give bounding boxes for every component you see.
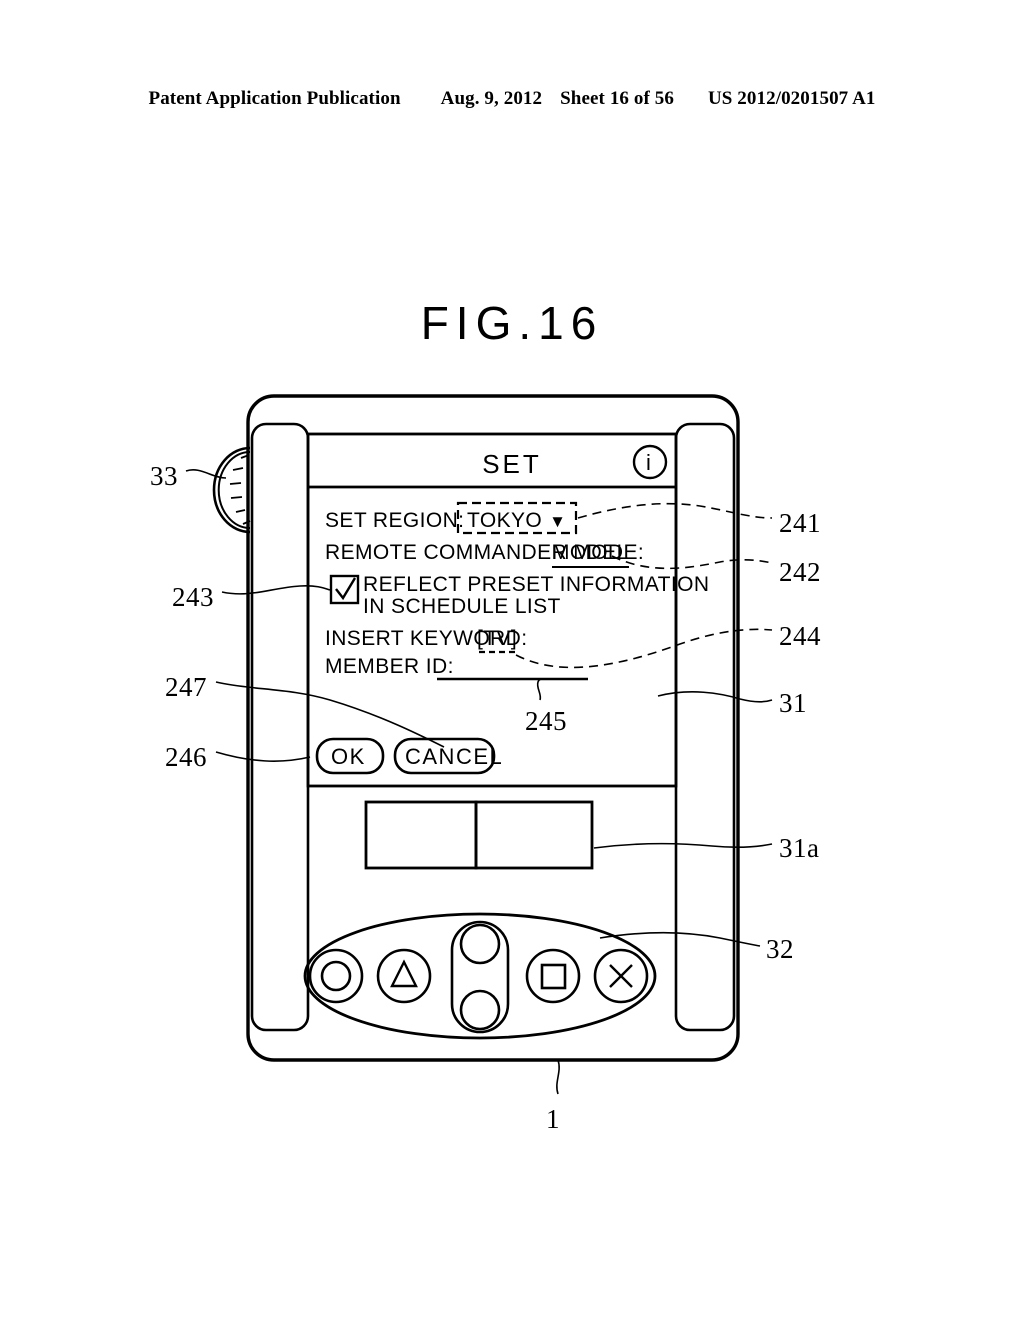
ok-button-label[interactable]: OK [331, 744, 366, 770]
leader-31a [593, 842, 773, 849]
reference-numeral-246: 246 [165, 742, 207, 772]
rocker-button[interactable] [450, 920, 510, 1034]
button-cluster[interactable] [303, 912, 657, 1040]
leader-243 [221, 585, 331, 595]
reference-numeral-244: 244 [779, 621, 821, 651]
chevron-down-icon[interactable]: ▼ [549, 512, 566, 531]
leader-247 [215, 681, 445, 748]
device-body-outline [246, 394, 740, 1062]
button-cluster-outline [303, 912, 657, 1040]
set-region-label: SET REGION: [325, 509, 465, 532]
reference-numeral-243: 243 [172, 582, 214, 612]
leader-1 [556, 1059, 560, 1095]
reference-numeral-245: 245 [525, 706, 567, 736]
reflect-preset-label-line1: REFLECT PRESET INFORMATION [363, 573, 710, 596]
set-region-value[interactable]: TOKYO ▼ [467, 509, 566, 533]
reference-numeral-1: 1 [546, 1104, 560, 1134]
circle-button[interactable] [308, 948, 364, 1004]
reference-numeral-242: 242 [779, 557, 821, 587]
x-button[interactable] [593, 948, 649, 1004]
remote-commander-mode-value[interactable]: MODEL [552, 541, 629, 568]
reference-numeral-247: 247 [165, 672, 207, 702]
leader-245 [536, 678, 544, 701]
cancel-button-label[interactable]: CANCEL [405, 744, 503, 770]
reference-numeral-32: 32 [766, 934, 794, 964]
reference-numeral-241: 241 [779, 508, 821, 538]
reference-numeral-31: 31 [779, 688, 807, 718]
leader-246 [215, 751, 311, 762]
triangle-button[interactable] [376, 948, 432, 1004]
device-left-bezel [250, 422, 310, 1032]
set-region-selected: TOKYO [467, 509, 543, 532]
square-button[interactable] [525, 948, 581, 1004]
reference-numeral-31a: 31a [779, 833, 820, 863]
softkey-area[interactable] [364, 800, 594, 870]
figure-line-art [185, 394, 773, 1095]
member-id-label: MEMBER ID: [325, 655, 454, 678]
reflect-preset-label-line2: IN SCHEDULE LIST [363, 595, 561, 618]
info-icon-glyph: i [646, 450, 651, 475]
checkbox-check-icon [335, 577, 357, 601]
insert-keyword-value[interactable]: [TV] [477, 627, 517, 651]
reference-numeral-33: 33 [150, 461, 178, 491]
